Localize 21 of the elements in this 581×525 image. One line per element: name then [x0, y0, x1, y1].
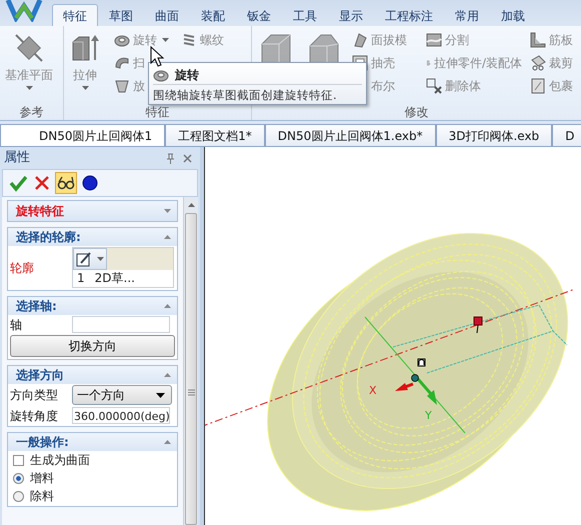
tooltip-text: 围绕轴旋转草图截面创建旋转特征. [153, 84, 362, 102]
field-label: 方向类型 [10, 388, 59, 402]
section-title: 一般操作: [16, 435, 69, 449]
group-label: 修改 [404, 105, 430, 120]
group-label: 特征 [144, 105, 170, 120]
section-title: 选择轴: [16, 299, 57, 313]
axis-label: X [369, 384, 377, 397]
section-title: 选择的轮廓: [16, 230, 81, 244]
tooltip-title: 旋转 [175, 68, 199, 82]
section-title: 旋转特征 [16, 204, 64, 218]
field-label: 旋转角度 [10, 408, 59, 422]
field-label: 轴 [10, 318, 23, 332]
axis-label: Y [425, 409, 432, 422]
radio-label: 除料 [30, 489, 54, 503]
list-index: 1 [77, 270, 85, 287]
group-label: 参考 [18, 105, 44, 120]
field-label: 轮廓 [10, 260, 35, 274]
section-title: 选择方向 [16, 368, 64, 382]
checkbox-label: 生成为曲面 [30, 453, 90, 467]
radio-label: 增料 [30, 471, 54, 485]
panel-title: 属性 [4, 151, 31, 165]
